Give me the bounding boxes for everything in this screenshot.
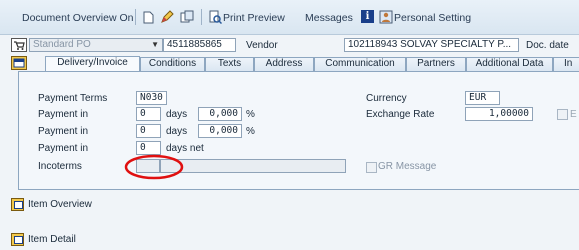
tab-partners[interactable]: Partners [406, 57, 466, 71]
print-preview-button[interactable]: Print Preview [223, 12, 285, 24]
item-detail-toggle-icon[interactable] [11, 233, 24, 246]
po-number-field[interactable]: 4511885865 [163, 38, 236, 52]
tab-address[interactable]: Address [254, 57, 314, 71]
item-detail-row[interactable]: Item Detail [11, 233, 76, 246]
edit-icon[interactable] [160, 10, 174, 24]
incoterms-description-field[interactable] [160, 159, 346, 173]
currency-field[interactable]: EUR [465, 91, 500, 105]
item-detail-label: Item Detail [28, 234, 76, 245]
tab-delivery-invoice[interactable]: Delivery/Invoice [45, 56, 140, 72]
percent-label: % [246, 126, 255, 137]
info-icon[interactable]: i [361, 10, 374, 23]
toolbar-separator [135, 9, 136, 25]
item-overview-toggle-icon[interactable] [11, 198, 24, 211]
payment-in-label: Payment in [38, 109, 89, 120]
tab-more[interactable]: In [553, 57, 579, 71]
personal-setting-icon[interactable] [379, 10, 393, 24]
document-overview-button[interactable]: Document Overview On [22, 12, 133, 24]
vendor-label: Vendor [246, 40, 278, 51]
payment-days-2-field[interactable]: 0 [136, 124, 161, 138]
tab-additional-data[interactable]: Additional Data [466, 57, 553, 71]
item-overview-row[interactable]: Item Overview [11, 198, 92, 211]
incoterms-label: Incoterms [38, 161, 82, 172]
currency-label: Currency [366, 93, 407, 104]
header-toggle-icon[interactable] [11, 56, 27, 70]
cart-icon[interactable] [11, 38, 27, 52]
vendor-value: 102118943 SOLVAY SPECIALTY P... [348, 39, 512, 50]
exchange-rate-label: Exchange Rate [366, 109, 435, 120]
payment-terms-label: Payment Terms [38, 93, 108, 104]
vendor-field[interactable]: 102118943 SOLVAY SPECIALTY P... [344, 38, 519, 52]
messages-button[interactable]: Messages [305, 12, 353, 24]
payment-terms-field[interactable]: N030 [136, 91, 167, 105]
payment-in-label: Payment in [38, 126, 89, 137]
personal-setting-button[interactable]: Personal Setting [394, 12, 471, 24]
display-change-icon[interactable] [180, 10, 194, 24]
tab-conditions[interactable]: Conditions [140, 57, 205, 71]
print-preview-icon[interactable] [208, 10, 222, 24]
application-toolbar: Document Overview On Print Preview Messa… [0, 0, 579, 35]
payment-in-label: Payment in [38, 143, 89, 154]
tab-texts[interactable]: Texts [205, 57, 254, 71]
doc-date-label: Doc. date [526, 40, 569, 51]
payment-days-1-field[interactable]: 0 [136, 107, 161, 121]
exchange-rate-field[interactable]: 1,00000 [465, 107, 533, 121]
chevron-down-icon[interactable]: ▼ [151, 39, 159, 51]
payment-percent-1-field[interactable]: 0,000 [198, 107, 242, 121]
days-label: days [166, 126, 188, 137]
document-type-value: Standard PO [33, 39, 91, 50]
fixed-rate-checkbox[interactable] [557, 109, 568, 120]
po-number-value: 4511885865 [167, 39, 222, 50]
highlight-annotation [124, 154, 184, 180]
document-type-select[interactable]: Standard PO ▼ [29, 38, 163, 52]
percent-label: % [246, 109, 255, 120]
fixed-rate-label: E [570, 109, 577, 120]
payment-percent-2-field[interactable]: 0,000 [198, 124, 242, 138]
gr-message-checkbox[interactable] [366, 162, 377, 173]
days-label: days [166, 109, 188, 120]
tab-communication[interactable]: Communication [314, 57, 406, 71]
item-overview-label: Item Overview [28, 199, 92, 210]
new-document-icon[interactable] [142, 10, 154, 24]
gr-message-label: GR Message [378, 161, 437, 172]
toolbar-separator [201, 9, 202, 25]
